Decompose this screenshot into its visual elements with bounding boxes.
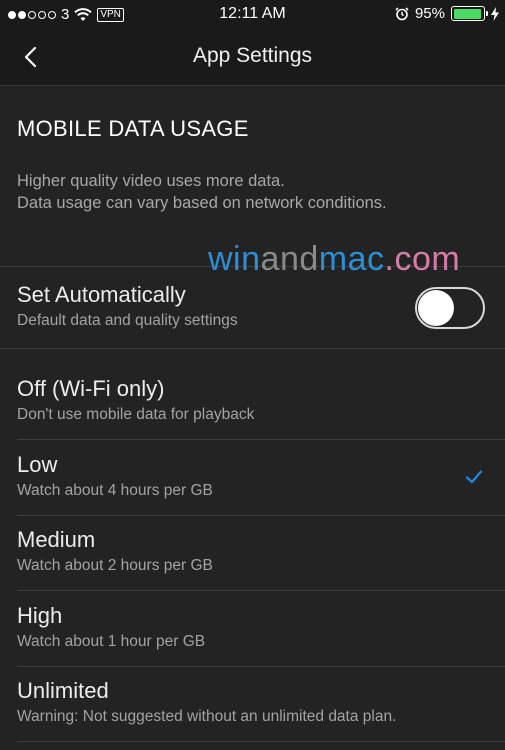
option-subtitle: Watch about 1 hour per GB bbox=[17, 633, 206, 650]
charging-icon bbox=[491, 6, 499, 21]
option-title: Unlimited bbox=[17, 678, 109, 703]
set-automatically-toggle[interactable] bbox=[415, 287, 485, 329]
status-right: 95% bbox=[395, 5, 499, 22]
watermark: winandmac.com bbox=[208, 240, 461, 278]
battery-percent: 95% bbox=[414, 5, 445, 22]
toggle-knob bbox=[418, 290, 454, 326]
option-subtitle: Watch about 4 hours per GB bbox=[17, 482, 213, 499]
section-description: Higher quality video uses more data. Dat… bbox=[17, 170, 387, 214]
divider bbox=[0, 348, 505, 349]
checkmark-icon bbox=[465, 470, 483, 484]
status-bar: 3 VPN 12:11 AM 95% bbox=[0, 0, 505, 28]
divider bbox=[17, 741, 505, 742]
set-automatically-subtitle: Default data and quality settings bbox=[17, 312, 238, 329]
section-title: MOBILE DATA USAGE bbox=[17, 116, 249, 141]
alarm-icon bbox=[395, 6, 409, 20]
description-line-2: Data usage can vary based on network con… bbox=[17, 194, 387, 212]
divider bbox=[17, 590, 505, 591]
battery-icon bbox=[451, 6, 488, 21]
divider bbox=[17, 666, 505, 667]
option-subtitle: Don't use mobile data for playback bbox=[17, 406, 255, 423]
nav-bar: App Settings bbox=[0, 28, 505, 86]
option-subtitle: Warning: Not suggested without an unlimi… bbox=[17, 708, 397, 725]
option-title: Medium bbox=[17, 527, 96, 552]
divider bbox=[17, 439, 505, 440]
battery-level bbox=[453, 8, 482, 19]
option-title: Off (Wi-Fi only) bbox=[17, 376, 165, 401]
option-title: Low bbox=[17, 452, 58, 477]
divider bbox=[17, 515, 505, 516]
option-subtitle: Watch about 2 hours per GB bbox=[17, 557, 213, 574]
page-title: App Settings bbox=[192, 44, 313, 67]
set-automatically-title: Set Automatically bbox=[17, 282, 186, 307]
description-line-1: Higher quality video uses more data. bbox=[17, 172, 285, 190]
option-title: High bbox=[17, 603, 63, 628]
